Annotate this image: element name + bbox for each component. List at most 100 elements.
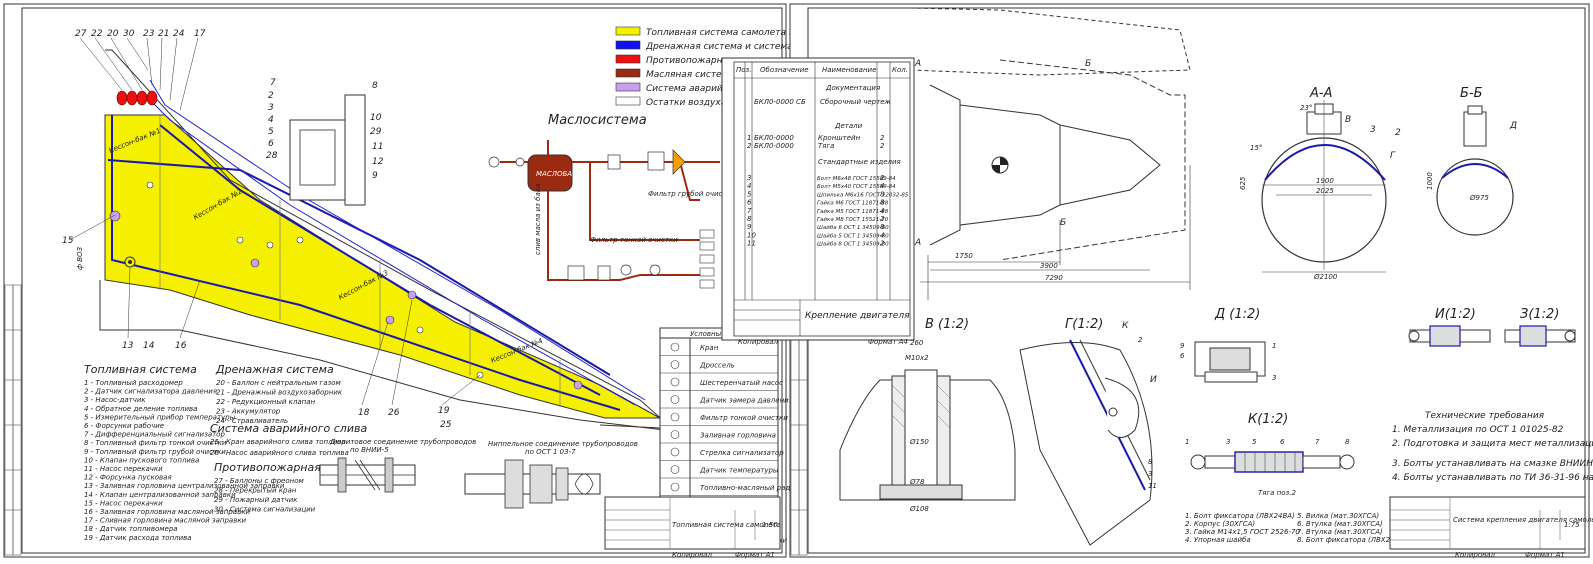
spec-std-pos: 9 [747, 223, 752, 231]
detail2-sub: по ОСТ 1 03-7 [525, 448, 576, 456]
section-mark-a: А [914, 238, 921, 248]
list-item: 11 - Насос перекачки [84, 465, 163, 473]
tech-req-item: 4. Болты устанавливать по ТИ 36-31-96 на… [1392, 473, 1593, 483]
list-item: 2 - Датчик сигнализатора давления [84, 388, 217, 396]
spec-section-parts: Детали [834, 122, 863, 130]
list-item: 4 - Обратное деление топлива [84, 405, 197, 413]
list-item: 15 - Насос перекачки [84, 499, 163, 507]
callout: 2 [268, 91, 274, 101]
dim: Ø78 [909, 478, 925, 486]
legend-swatch [615, 26, 641, 36]
legend-swatch [615, 40, 641, 50]
list-item: 30 - Система сигнализации [214, 506, 316, 514]
symbol-icon [670, 342, 680, 352]
label: И [1150, 375, 1157, 385]
spec-doc-name: Сборочный чертеж [820, 98, 891, 106]
callout: 18 [358, 408, 370, 418]
spec-section-std: Стандартные изделия [818, 158, 901, 166]
oil-drain-label: слив масла из бака [534, 184, 542, 255]
list-item: 25 - Кран аварийного слива топлива [210, 438, 346, 446]
right-title-scale: 1:75 [1564, 521, 1580, 529]
list-item: 28 - Перекрытый кран [214, 487, 297, 495]
list-item: 17 - Сливная горловина масляной заправки [84, 517, 247, 525]
callout: 28 [266, 151, 278, 161]
callout: 10 [370, 113, 382, 123]
list-item: 26 - Насос аварийного слива топлива [210, 449, 349, 457]
list-item: 27 - Баллоны с фреоном [214, 477, 304, 485]
spec-std-name: Гайка М8 ГОСТ 15521-70 [817, 217, 889, 223]
callout: 23 [143, 29, 155, 39]
callout: 21 [158, 29, 169, 39]
label: 2 [1395, 128, 1401, 138]
dim: 23° [1300, 104, 1312, 112]
symbol-icon [670, 377, 680, 387]
callout: 15 [62, 236, 74, 246]
left-format: Формат А1 [735, 551, 775, 559]
section-z-title: З(1:2) [1520, 307, 1559, 322]
spec-h-qty: Кол. [892, 66, 908, 74]
spec-std-qty: 8 [880, 223, 885, 231]
label: 7 [1315, 438, 1320, 446]
section-d-title: Д (1:2) [1214, 307, 1260, 322]
list-item: 7 - Дифференциальный сигнализатор [84, 431, 225, 439]
spec-std-pos: 5 [747, 190, 752, 198]
spec-std-name: Шайба 6 ОСТ 1 34509-80 [817, 225, 889, 231]
symbol-icon [670, 430, 680, 439]
oil-tank-label: МАСЛОБАК [536, 170, 578, 178]
dim: 625 [1239, 176, 1247, 190]
callout: 17 [194, 29, 206, 39]
detail1-caption: Дюритовое соединение трубопроводов [329, 438, 476, 446]
list-item: 29 - Пожарный датчик [214, 496, 298, 504]
spec-std-qty: 4 [880, 231, 884, 239]
spec-std-pos: 7 [747, 207, 752, 215]
dim: 1900 [1316, 177, 1334, 185]
callout: 5 [268, 127, 274, 137]
spec-std-qty: 8 [880, 199, 885, 207]
spec-std-qty: 2 [880, 240, 885, 248]
label: Д [1509, 121, 1517, 131]
callout: 29 [370, 127, 382, 137]
symbol-icon [670, 360, 680, 369]
callout: 14 [143, 341, 155, 351]
symbol-icon [670, 447, 680, 457]
symbol-label: Шестеренчатый насос [700, 379, 783, 387]
label: 2 [1138, 336, 1143, 344]
spec-std-name: Гайка М5 ГОСТ 11871-88 [817, 209, 889, 215]
label: 1 [1272, 342, 1276, 350]
detail1-sub: по ВНИИ-5 [350, 446, 389, 454]
label: 11 [1148, 482, 1157, 490]
list-item: 1 - Топливный расходомер [84, 379, 183, 387]
spec-part-qty: 2 [880, 134, 885, 142]
spec-part-pos: 2 [747, 142, 752, 150]
part-item: 4. Упорная шайба [1185, 536, 1251, 544]
spec-std-qty: 8 [880, 190, 885, 198]
dim: М10х2 [905, 354, 929, 362]
parts-list-right: 1. Болт фиксатора (ЛВХ24ВА)2. Корпус (30… [1185, 512, 1407, 544]
dim-7290: 7290 [1045, 274, 1063, 282]
section-k-title: К(1:2) [1248, 412, 1288, 427]
list-item: 23 - Аккумулятор [216, 408, 281, 416]
spec-std-pos: 3 [747, 174, 751, 182]
spec-std-name: Шайба 8 ОСТ 1 34509-80 [817, 242, 889, 248]
spec-doc-code: БКЛ0-0000 СБ [754, 98, 806, 106]
label: 8 [1345, 438, 1350, 446]
callout: 30 [123, 29, 135, 39]
filter-label-2: Фильтр тонкой очистки [590, 236, 678, 244]
part-item: 3. Гайка М14х1,5 ГОСТ 2526-70 [1185, 528, 1300, 536]
section-mark-b: Б [1085, 59, 1091, 69]
drain_system-title: Дренажная система [215, 363, 334, 376]
symbol-label: Кран [700, 344, 719, 352]
callout: 26 [388, 408, 400, 418]
spec-std-pos: 11 [747, 240, 756, 248]
section-g-title: Г(1:2) [1065, 317, 1103, 332]
list-item: 8 - Топливный фильтр тонкой очистки [84, 439, 227, 447]
label: 6 [1280, 438, 1285, 446]
tech-req-item: 3. Болты устанавливать на смазке ВНИИНП … [1392, 459, 1593, 469]
list-item: 18 - Датчик топливомера [84, 525, 178, 533]
label: К [1122, 321, 1129, 331]
part-item: 2. Корпус (30ХГСА) [1185, 520, 1255, 528]
dim-1750: 1750 [955, 252, 973, 260]
callout: 6 [268, 139, 274, 149]
spec-std-qty: 4 [880, 182, 884, 190]
callout: 8 [372, 81, 378, 91]
